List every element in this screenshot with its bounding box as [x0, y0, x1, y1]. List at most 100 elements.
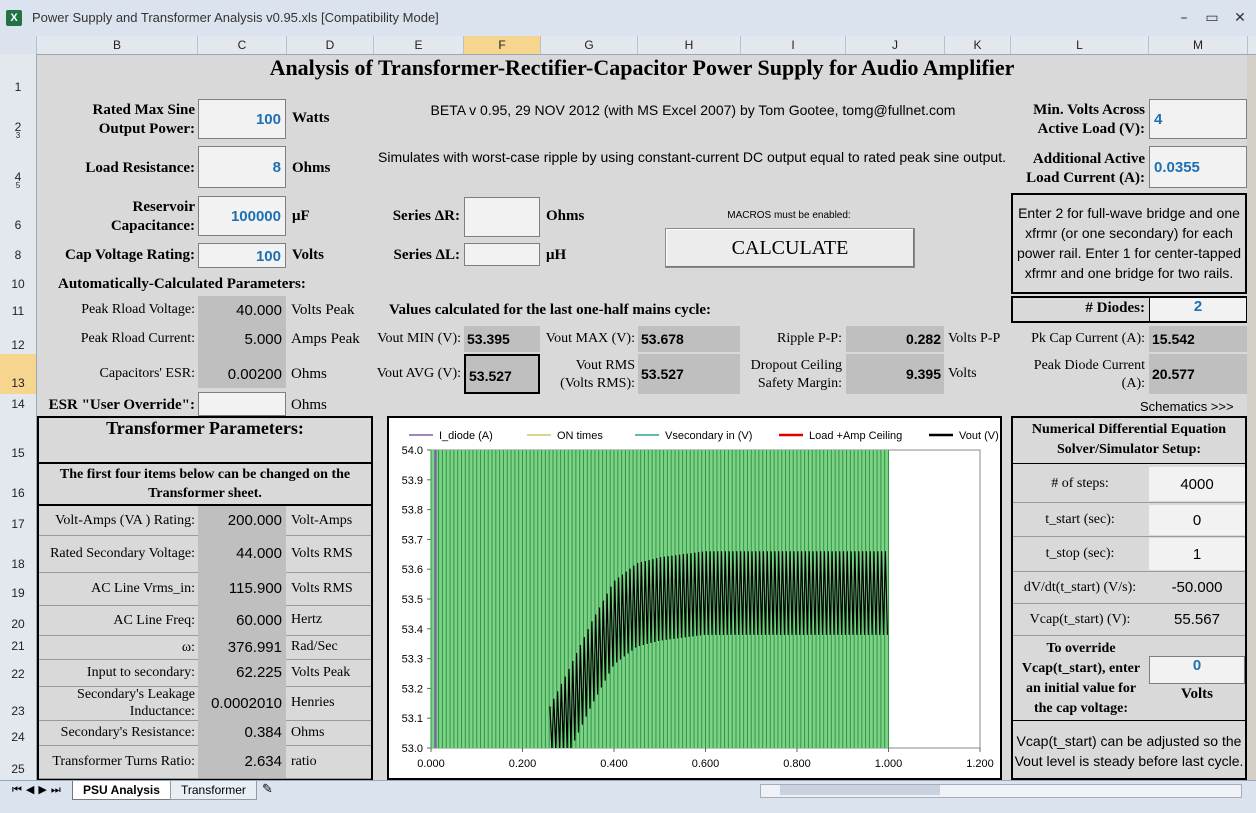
transformer-row-value: 2.634 — [198, 745, 286, 778]
col-header-i[interactable]: I — [741, 36, 846, 54]
col-header-h[interactable]: H — [638, 36, 741, 54]
solver-title: Numerical Differential Equation Solver/S… — [1031, 422, 1227, 457]
row-header-11[interactable]: 11 — [0, 304, 36, 318]
min-volts-input[interactable]: 4 — [1149, 99, 1247, 139]
diodes-input[interactable]: 2 — [1149, 298, 1246, 321]
solver-row-value[interactable]: 1 — [1149, 538, 1245, 570]
y-tick-label: 53.0 — [402, 743, 423, 755]
cap-label: Reservoir Capacitance: — [110, 199, 195, 234]
y-tick-label: 53.3 — [402, 654, 423, 666]
row-header-16[interactable]: 16 — [0, 486, 36, 500]
row-header-8[interactable]: 8 — [0, 248, 36, 262]
col-header-g[interactable]: G — [541, 36, 638, 54]
row-header-6[interactable]: 6 — [0, 218, 36, 232]
add-current-input[interactable]: 0.0355 — [1149, 146, 1247, 188]
values-title: Values calculated for the last one-half … — [389, 302, 712, 318]
peak-rload-voltage-value: 40.000 — [236, 302, 282, 319]
maximize-icon[interactable]: ▭ — [1198, 8, 1226, 28]
pk-diode-value: 20.577 — [1149, 354, 1247, 394]
row-header-15[interactable]: 15 — [0, 446, 36, 460]
tab-nav-icons[interactable]: ⏮◀▶⏭ — [12, 783, 65, 797]
solver-row-value: -50.000 — [1149, 573, 1245, 602]
simulates-note: Simulates with worst-case ripple by usin… — [378, 149, 1006, 165]
power-label: Rated Max Sine Output Power: — [92, 102, 196, 137]
override-input[interactable]: 0 — [1149, 656, 1245, 684]
row-header-18[interactable]: 18 — [0, 557, 36, 571]
insert-sheet-icon[interactable]: ✎ — [262, 782, 273, 797]
tab-transformer[interactable]: Transformer — [170, 781, 257, 800]
row-header-5[interactable]: 5 — [0, 181, 36, 190]
row-header-20[interactable]: 20 — [0, 617, 36, 631]
close-icon[interactable]: ✕ — [1226, 8, 1254, 28]
select-all-corner[interactable] — [0, 36, 37, 54]
col-header-j[interactable]: J — [846, 36, 945, 54]
row-header-13[interactable]: 13 — [0, 354, 36, 394]
row-header-14[interactable]: 14 — [0, 397, 36, 411]
series-l-unit: μH — [546, 247, 567, 263]
x-tick-label: 0.200 — [509, 758, 537, 770]
col-header-d[interactable]: D — [287, 36, 374, 54]
col-header-e[interactable]: E — [374, 36, 464, 54]
power-input[interactable]: 100 — [198, 99, 286, 139]
dropout-value: 9.395 — [846, 354, 944, 394]
y-tick-label: 53.9 — [402, 475, 423, 487]
transformer-row-label: Rated Secondary Voltage: — [50, 546, 195, 561]
row-header-12[interactable]: 12 — [0, 338, 36, 352]
row-header-24[interactable]: 24 — [0, 730, 36, 744]
row-header-25[interactable]: 25 — [0, 762, 36, 776]
col-header-f[interactable]: F — [464, 36, 541, 54]
col-header-b[interactable]: B — [37, 36, 198, 54]
legend-entry: Vsecondary in (V) — [665, 430, 752, 442]
series-r-unit: Ohms — [546, 208, 585, 224]
y-tick-label: 53.5 — [402, 594, 423, 606]
col-header-l[interactable]: L — [1011, 36, 1149, 54]
capv-label: Cap Voltage Rating: — [64, 247, 195, 263]
load-label: Load Resistance: — [85, 160, 195, 176]
tab-psu-analysis[interactable]: PSU Analysis — [72, 781, 171, 800]
transformer-row-value: 115.900 — [198, 572, 286, 605]
schematics-link[interactable]: Schematics >>> — [1140, 399, 1234, 414]
series-l-input[interactable] — [464, 243, 540, 266]
row-header-1[interactable]: 1 — [0, 80, 36, 94]
solver-row-label: Vcap(t_start) (V): — [1029, 611, 1131, 627]
legend-entry: I_diode (A) — [439, 430, 493, 442]
row-header-10[interactable]: 10 — [0, 277, 36, 291]
row-header-3[interactable]: 3 — [0, 131, 36, 140]
minimize-icon[interactable]: – — [1170, 8, 1198, 28]
dropout-unit: Volts — [948, 366, 977, 381]
solver-row-value[interactable]: 4000 — [1149, 467, 1245, 501]
solver-row-label: t_start (sec): — [1045, 512, 1115, 527]
beta-note: BETA v 0.95, 29 NOV 2012 (with MS Excel … — [430, 102, 956, 118]
pk-diode-label-2: (A): — [1121, 376, 1145, 391]
row-header-17[interactable]: 17 — [0, 517, 36, 531]
vout-avg-value[interactable]: 53.527 — [464, 354, 540, 394]
row-header-22[interactable]: 22 — [0, 667, 36, 681]
scrollbar-thumb[interactable] — [780, 785, 940, 795]
capv-input[interactable]: 100 — [198, 243, 286, 268]
solver-row-value[interactable]: 0 — [1149, 505, 1245, 535]
y-tick-label: 53.4 — [402, 624, 423, 636]
transformer-row-value: 60.000 — [198, 605, 286, 635]
x-tick-label: 0.800 — [783, 758, 811, 770]
transformer-row-value: 0.384 — [198, 720, 286, 745]
col-header-c[interactable]: C — [198, 36, 287, 54]
solver-row-label: t_stop (sec): — [1045, 546, 1115, 561]
calculate-button[interactable]: CALCULATE — [665, 228, 915, 268]
vout-min-label: Vout MIN (V): — [377, 331, 461, 346]
cap-input[interactable]: 100000 — [198, 196, 286, 236]
esr-override-input[interactable] — [198, 392, 286, 416]
series-r-input[interactable] — [464, 197, 540, 237]
col-header-m[interactable]: M — [1149, 36, 1248, 54]
title-bar: X Power Supply and Transformer Analysis … — [0, 0, 1256, 37]
transformer-row-unit: Volts RMS — [291, 545, 353, 561]
pk-cap-label: Pk Cap Current (A): — [1031, 331, 1145, 346]
row-header-23[interactable]: 23 — [0, 704, 36, 718]
auto-title: Automatically-Calculated Parameters: — [58, 276, 306, 292]
row-header-21[interactable]: 21 — [0, 639, 36, 653]
row-header-19[interactable]: 19 — [0, 586, 36, 600]
col-header-k[interactable]: K — [945, 36, 1011, 54]
ripple-unit: Volts P-P — [948, 331, 1001, 346]
load-input[interactable]: 8 — [198, 146, 286, 188]
esr-override-unit: Ohms — [291, 397, 327, 413]
diodes-label: # Diodes: — [1085, 300, 1145, 316]
